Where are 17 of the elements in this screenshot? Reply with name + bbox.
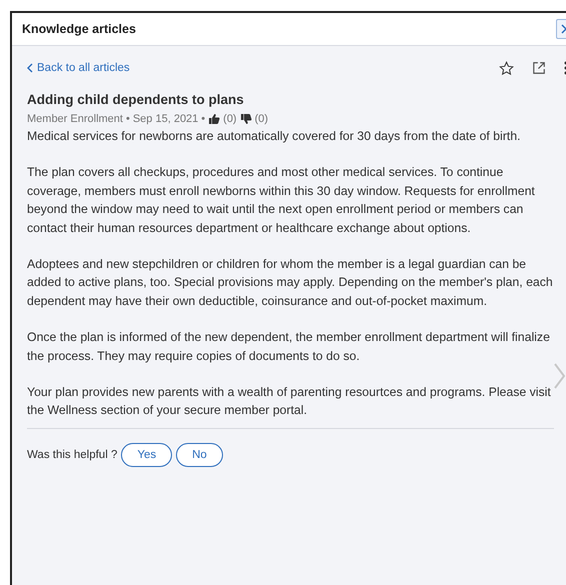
article-paragraph: Once the plan is informed of the new dependent, the member enrollment department will finalize the process. They may require copies of documents to do so. (27, 329, 551, 365)
article-category: Member Enrollment (27, 113, 123, 125)
article-paragraph: Your plan provides new parents with a wealth of parenting resourtces and programs. Please visit the Wellness section of your secure member portal. (27, 384, 552, 420)
article-title: Adding child dependents to plans (27, 92, 245, 107)
separator-dot: • (126, 113, 130, 125)
article-paragraph: Adoptees and new stepchildren or children for whom the member is a legal guardian can be added to active plans, too. Special provisions may apply. Depending on the member's plan, each dependent may have their own deductible, coinsurance and out-of-pocket maximum. (27, 256, 554, 310)
article-date: Sep 15, 2021 (132, 113, 198, 125)
feedback-button[interactable]: Yes (121, 442, 172, 467)
like-count: (0) (223, 113, 237, 125)
feedback-button[interactable]: No (176, 442, 223, 467)
panel-title: Knowledge articles (22, 22, 136, 36)
separator-dot: • (201, 113, 206, 125)
feedback-question: Was this helpful ? (27, 448, 118, 461)
article-paragraph: Medical services for newborns are automatically covered for 30 days from the date of birth. (27, 128, 522, 145)
back-link[interactable]: Back to all articles (27, 62, 130, 74)
article-paragraph: The plan covers all checkups, procedures and most other medical services. To continue coverage, members must enroll newborns within this 30 day window. Requests for enrollment beyond the window may need to wait until the next open enrollment period or members can contact their human resources department or healthcare exchange about options. (27, 164, 536, 237)
dislike-count: (0) (254, 113, 268, 125)
